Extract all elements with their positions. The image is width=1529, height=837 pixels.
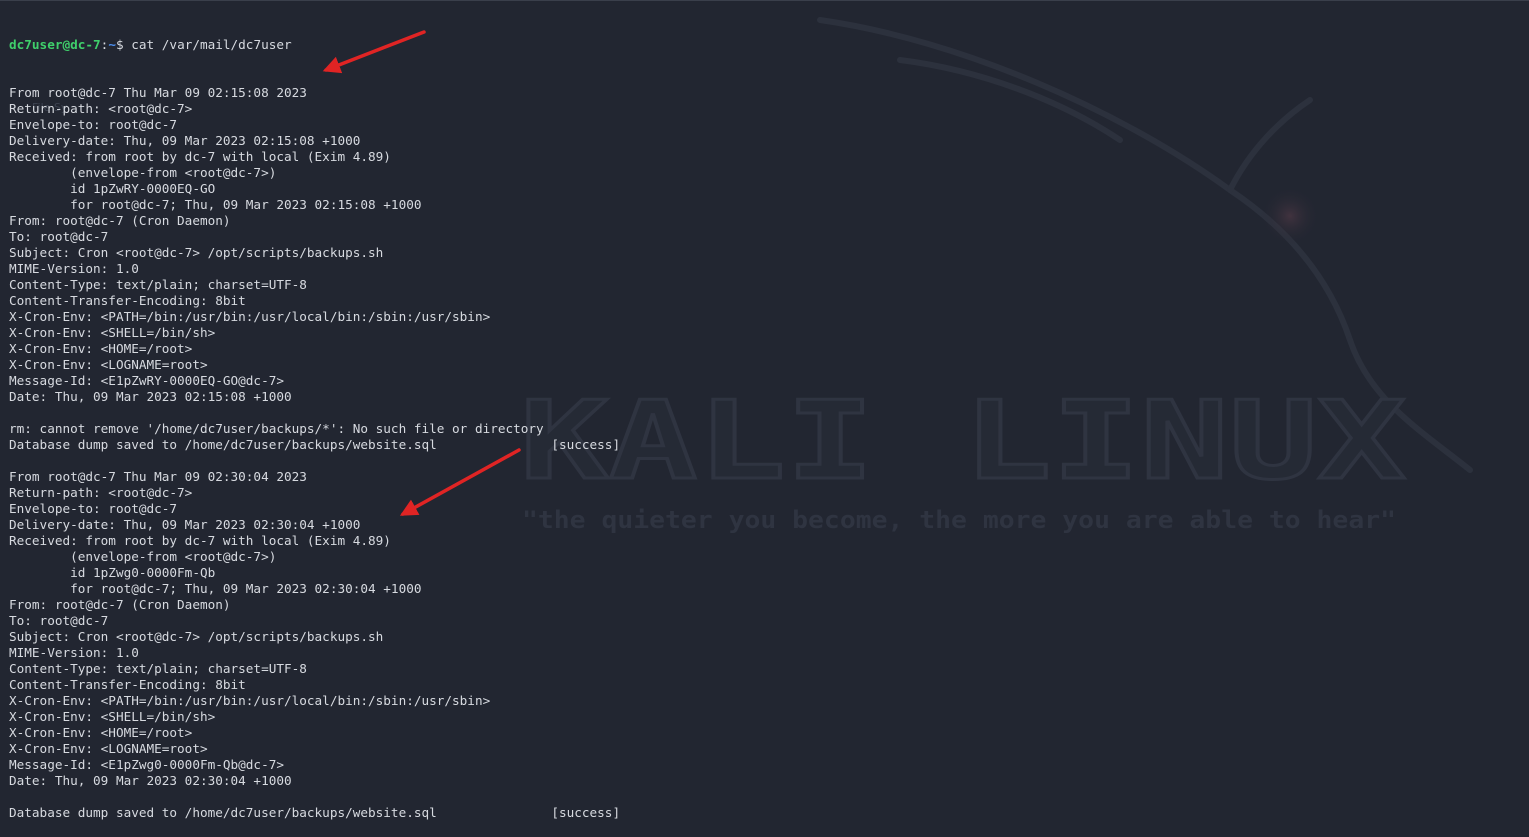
- arrow-icon: [322, 30, 426, 74]
- terminal-line: Message-Id: <E1pZwg0-0000Fm-Qb@dc-7>: [9, 757, 284, 772]
- arrow-icon: [399, 448, 521, 516]
- terminal-line: Date: Thu, 09 Mar 2023 02:30:04 +1000: [9, 773, 292, 788]
- terminal-line: Database dump saved to /home/dc7user/bac…: [9, 805, 621, 820]
- annotation-layer: [322, 30, 521, 516]
